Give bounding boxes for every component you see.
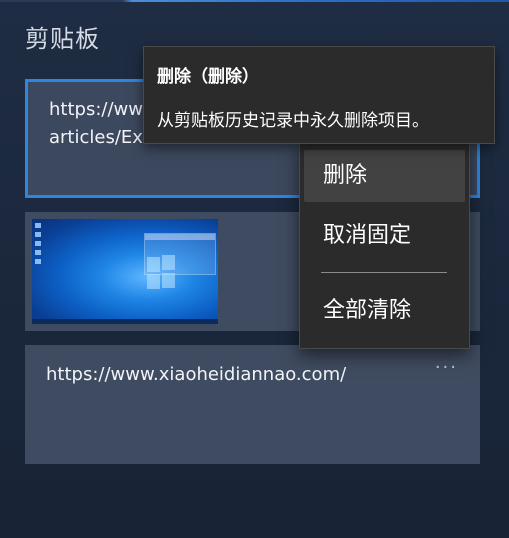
desktop-icons xyxy=(35,223,43,268)
tooltip: 删除（删除） 从剪贴板历史记录中永久删除项目。 xyxy=(143,46,495,144)
windows-logo-icon xyxy=(147,255,177,289)
clipboard-item-3[interactable]: https://www.xiaoheidiannao.com/ ··· xyxy=(25,345,480,464)
clipboard-item-3-text: https://www.xiaoheidiannao.com/ xyxy=(46,364,347,385)
context-menu: 删除 取消固定 全部清除 xyxy=(299,143,470,349)
tooltip-title: 删除（删除） xyxy=(157,67,259,87)
more-horizontal-icon[interactable]: ··· xyxy=(435,359,458,377)
tooltip-body: 从剪贴板历史记录中永久删除项目。 xyxy=(157,111,429,131)
screenshot-thumbnail xyxy=(32,219,218,324)
menu-item-delete[interactable]: 删除 xyxy=(304,150,465,202)
clipboard-item-1-line-1: https://ww xyxy=(49,99,143,120)
menu-item-clear-all[interactable]: 全部清除 xyxy=(304,285,465,337)
window-top-edge xyxy=(0,0,509,2)
thumbnail-taskbar xyxy=(32,319,218,324)
clipboard-panel-title: 剪贴板 xyxy=(25,25,100,53)
clipboard-item-1-line-2: articles/Ex xyxy=(49,127,143,148)
menu-separator xyxy=(321,272,447,273)
menu-item-unpin[interactable]: 取消固定 xyxy=(304,210,465,262)
